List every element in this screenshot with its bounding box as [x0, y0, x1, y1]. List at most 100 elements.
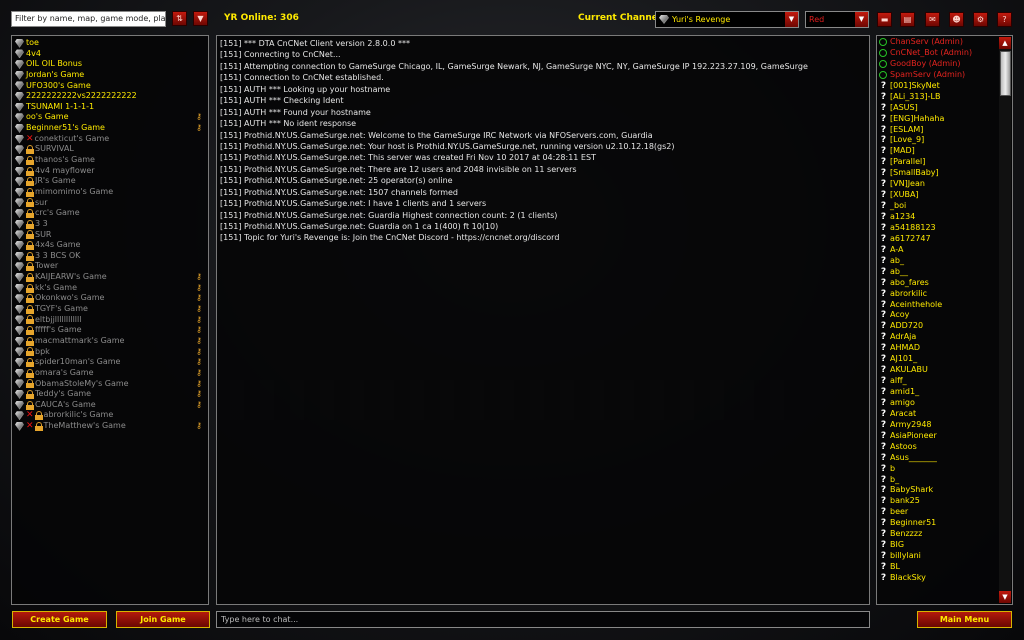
game-list-item[interactable]: 3 3 — [15, 219, 208, 230]
player-list-item[interactable]: ? BlackSky — [879, 573, 1012, 584]
player-list-item[interactable]: ? beer — [879, 507, 1012, 518]
player-list-item[interactable]: ? [ESLAM] — [879, 125, 1012, 136]
game-list-item[interactable]: macmattmark's Game ⚷ — [15, 336, 208, 347]
game-list-item[interactable]: mimomimo's Game — [15, 187, 208, 198]
game-list-item[interactable]: eltbjjllllllllllll ⚷ — [15, 315, 208, 326]
player-list-item[interactable]: ? abo_fares — [879, 278, 1012, 289]
player-list-item[interactable]: ? _boi — [879, 201, 1012, 212]
chat-color-select[interactable]: Red ▼ — [805, 11, 869, 28]
player-list-item[interactable]: ? Asus_______ — [879, 453, 1012, 464]
game-list-item[interactable]: OIL OIL Bonus — [15, 59, 208, 70]
game-list-item[interactable]: UFO300's Game — [15, 81, 208, 92]
chevron-down-icon[interactable]: ▼ — [855, 12, 868, 27]
game-list-item[interactable]: Beginner51's Game ⚷ — [15, 123, 208, 134]
chevron-down-icon[interactable]: ▼ — [785, 12, 798, 27]
player-list-item[interactable]: ? [ASUS] — [879, 103, 1012, 114]
sort-games-button[interactable]: ⇅ — [172, 11, 187, 26]
player-list-item[interactable]: ? a54188123 — [879, 223, 1012, 234]
game-list-item[interactable]: SUR — [15, 230, 208, 241]
game-list-item[interactable]: toe — [15, 38, 208, 49]
game-list-item[interactable]: KAIJEARW's Game ⚷ — [15, 272, 208, 283]
game-list-item[interactable]: ✕ TheMatthew's Game ⚷ — [15, 421, 208, 432]
player-list-item[interactable]: ? BIG — [879, 540, 1012, 551]
player-list-item[interactable]: ? Army2948 — [879, 420, 1012, 431]
chat-input[interactable]: Type here to chat... — [216, 611, 870, 628]
player-list-item[interactable]: GoodBoy (Admin) — [879, 59, 1012, 70]
game-list-item[interactable]: spider10man's Game ⚷ — [15, 357, 208, 368]
player-list-item[interactable]: ? BL — [879, 562, 1012, 573]
player-list-item[interactable]: ? [001]SkyNet — [879, 81, 1012, 92]
player-list-item[interactable]: ? [VN]Jean — [879, 179, 1012, 190]
player-list-item[interactable]: ? A-A — [879, 245, 1012, 256]
options-button[interactable]: ⚙ — [973, 12, 988, 27]
player-list-item[interactable]: ? ADD720 — [879, 321, 1012, 332]
game-list-item[interactable]: thanos's Game — [15, 155, 208, 166]
game-list-item[interactable]: Tower — [15, 261, 208, 272]
game-list-item[interactable]: 4v4 mayflower — [15, 166, 208, 177]
join-game-button[interactable]: Join Game — [116, 611, 210, 628]
player-list-item[interactable]: ? Beginner51 — [879, 518, 1012, 529]
game-filter-input[interactable]: Filter by name, map, game mode, player..… — [11, 11, 166, 27]
game-list-item[interactable]: 3 3 BCS OK — [15, 251, 208, 262]
player-list-item[interactable]: ? billylani — [879, 551, 1012, 562]
player-list-item[interactable]: ? [XUBA] — [879, 190, 1012, 201]
game-list-item[interactable]: ObamaStoleMy's Game ⚷ — [15, 379, 208, 390]
player-list-item[interactable]: ? AKULABU — [879, 365, 1012, 376]
game-list-item[interactable]: 4x4s Game — [15, 240, 208, 251]
player-list-item[interactable]: ? [ALi_313]-LB — [879, 92, 1012, 103]
scroll-down-icon[interactable]: ▼ — [999, 591, 1011, 603]
game-list[interactable]: toe 4v4 OIL OIL Bonus Jordan's Game UFO300's… — [11, 35, 209, 605]
create-game-button[interactable]: Create Game — [12, 611, 107, 628]
help-button[interactable]: ? — [997, 12, 1012, 27]
player-list-item[interactable]: ? b_ — [879, 475, 1012, 486]
recent-players-button[interactable]: ☻ — [949, 12, 964, 27]
scroll-up-icon[interactable]: ▲ — [999, 37, 1011, 49]
player-list-item[interactable]: ? amigo — [879, 398, 1012, 409]
game-list-item[interactable]: ✕ abrorkilic's Game — [15, 410, 208, 421]
player-list-item[interactable]: ? [SmallBaby] — [879, 168, 1012, 179]
player-list[interactable]: ChanServ (Admin) CnCNet_Bot (Admin) GoodBo… — [876, 35, 1013, 605]
minimize-button[interactable]: ▬ — [877, 12, 892, 27]
filter-games-button[interactable]: ▼ — [193, 11, 208, 26]
chat-log[interactable]: [151] *** DTA CnCNet Client version 2.8.… — [216, 35, 870, 605]
game-list-item[interactable]: kk's Game ⚷ — [15, 283, 208, 294]
game-list-item[interactable]: fffff's Game ⚷ — [15, 325, 208, 336]
player-list-item[interactable]: ? AHMAD — [879, 343, 1012, 354]
game-list-item[interactable]: sur — [15, 198, 208, 209]
player-list-item[interactable]: ? Astoos — [879, 442, 1012, 453]
player-list-item[interactable]: ? [MAD] — [879, 146, 1012, 157]
player-list-item[interactable]: ? abrorkilic — [879, 289, 1012, 300]
game-list-item[interactable]: TGYF's Game ⚷ — [15, 304, 208, 315]
player-list-item[interactable]: ? AsiaPioneer — [879, 431, 1012, 442]
player-list-item[interactable]: ? bank25 — [879, 496, 1012, 507]
player-list-item[interactable]: ? b — [879, 464, 1012, 475]
player-list-item[interactable]: ? AdrAja — [879, 332, 1012, 343]
player-list-scrollbar[interactable]: ▲ ▼ — [999, 37, 1011, 603]
main-menu-button[interactable]: Main Menu — [917, 611, 1012, 628]
player-list-item[interactable]: ? [Love_9] — [879, 135, 1012, 146]
notes-button[interactable]: ▤ — [900, 12, 915, 27]
game-list-item[interactable]: 4v4 — [15, 49, 208, 60]
game-list-item[interactable]: Jordan's Game — [15, 70, 208, 81]
player-list-item[interactable]: SpamServ (Admin) — [879, 70, 1012, 81]
player-list-item[interactable]: ? [ENG]Hahaha — [879, 114, 1012, 125]
player-list-item[interactable]: ? a1234 — [879, 212, 1012, 223]
player-list-item[interactable]: ? Acoy — [879, 310, 1012, 321]
game-list-item[interactable]: Teddy's Game ⚷ — [15, 389, 208, 400]
game-list-item[interactable]: oo's Game ⚷ — [15, 112, 208, 123]
player-list-item[interactable]: ? Aracat — [879, 409, 1012, 420]
game-list-item[interactable]: CAUCA's Game ⚷ — [15, 400, 208, 411]
player-list-item[interactable]: ? ab__ — [879, 267, 1012, 278]
player-list-item[interactable]: ? Benzzzz — [879, 529, 1012, 540]
player-list-item[interactable]: ? a6172747 — [879, 234, 1012, 245]
channel-select[interactable]: Yuri's Revenge ▼ — [655, 11, 799, 28]
player-list-item[interactable]: ? amid1_ — [879, 387, 1012, 398]
player-list-item[interactable]: ? BabyShark — [879, 485, 1012, 496]
player-list-item[interactable]: ? AJ101_ — [879, 354, 1012, 365]
game-list-item[interactable]: bpk ⚷ — [15, 347, 208, 358]
game-list-item[interactable]: Okonkwo's Game ⚷ — [15, 293, 208, 304]
game-list-item[interactable]: SURVIVAL — [15, 144, 208, 155]
game-list-item[interactable]: JR's Game — [15, 176, 208, 187]
game-list-item[interactable]: TSUNAMI 1-1-1-1 — [15, 102, 208, 113]
player-list-item[interactable]: ChanServ (Admin) — [879, 37, 1012, 48]
